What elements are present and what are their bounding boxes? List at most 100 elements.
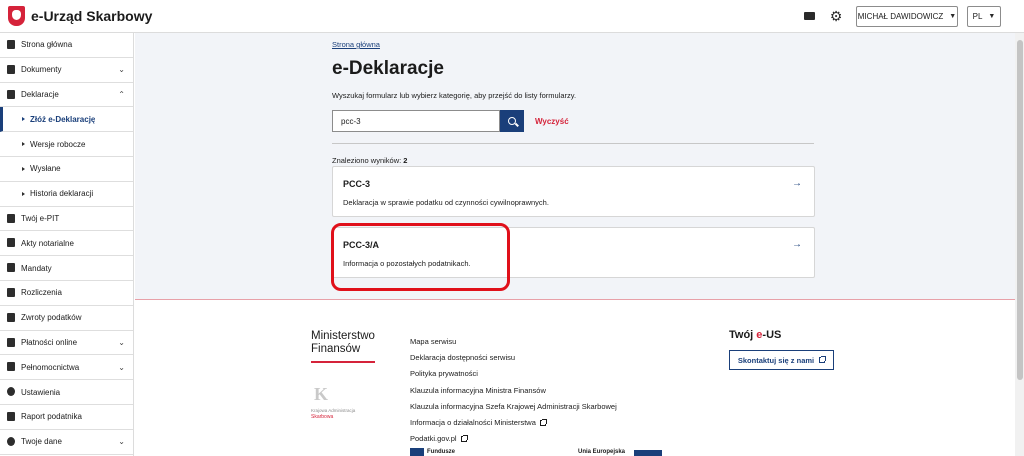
intro-text: Wyszukaj formularz lub wybierz kategorię… <box>332 91 577 100</box>
external-link-icon <box>539 418 547 426</box>
sidebar-item-notary[interactable]: Akty notarialne <box>0 231 133 257</box>
scrollbar-thumb[interactable] <box>1017 40 1023 380</box>
gavel-icon <box>7 263 15 273</box>
pit-icon <box>7 213 15 223</box>
logo[interactable]: e-Urząd Skarbowy <box>8 6 152 26</box>
sidebar-item-label: Dokumenty <box>21 65 62 75</box>
footer-link-podatki[interactable]: Podatki.gov.pl <box>410 431 617 447</box>
sidebar-item-label: Wysłane <box>30 164 61 174</box>
chevron-down-icon: ▼ <box>949 13 957 20</box>
notary-icon <box>7 238 15 248</box>
proxy-icon <box>7 362 15 372</box>
highlight-annotation <box>331 223 510 291</box>
funds-text: Fundusze <box>427 449 455 455</box>
sidebar-item-report[interactable]: Raport podatnika <box>0 405 133 430</box>
eus-title-prefix: Twój <box>729 329 757 341</box>
footer-link-label: Klauzula informacyjna Ministra Finansów <box>410 385 546 395</box>
footer-link-sitemap[interactable]: Mapa serwisu <box>410 333 617 349</box>
arrow-right-icon: → <box>792 178 802 189</box>
sidebar-subitem-drafts[interactable]: Wersje robocze <box>0 132 133 157</box>
gear-icon[interactable]: ⚙ <box>829 9 843 23</box>
sidebar-item-label: Historia deklaracji <box>30 189 94 199</box>
footer-link-clause-minister[interactable]: Klauzula informacyjna Ministra Finansów <box>410 382 617 398</box>
sidebar-item-settlements[interactable]: Rozliczenia <box>0 281 133 306</box>
eu-text: Unia Europejska <box>578 449 626 455</box>
sidebar-item-label: Pełnomocnictwa <box>21 362 80 372</box>
footer-link-label: Mapa serwisu <box>410 336 457 346</box>
sidebar-item-proxies[interactable]: Pełnomocnictwa ⌄ <box>0 355 133 381</box>
sidebar-subitem-sent[interactable]: Wysłane <box>0 156 133 182</box>
chevron-down-icon: ▼ <box>988 13 996 20</box>
sidebar-item-your-data[interactable]: Twoje dane ⌄ <box>0 430 133 455</box>
sidebar-subitem-history[interactable]: Historia deklaracji <box>0 181 133 207</box>
footer-link-accessibility[interactable]: Deklaracja dostępności serwisu <box>410 349 617 365</box>
sidebar-item-label: Rozliczenia <box>21 288 62 298</box>
sidebar-item-label: Złóż e-Deklarację <box>30 114 96 124</box>
result-card-pcc3[interactable]: PCC-3 Deklaracja w sprawie podatku od cz… <box>332 166 815 217</box>
home-icon <box>7 40 15 49</box>
footer-link-label: Informacja o działalności Ministerstwa <box>410 418 536 428</box>
footer-links: Mapa serwisu Deklaracja dostępności serw… <box>410 333 617 447</box>
sidebar-item-label: Ustawienia <box>21 387 61 397</box>
footer-link-label: Polityka prywatności <box>410 369 478 379</box>
top-header: e-Urząd Skarbowy ⚙ MICHAŁ DAWIDOWICZ ▼ P… <box>0 0 1024 33</box>
breadcrumb-home[interactable]: Strona główna <box>332 40 380 49</box>
search-icon <box>508 117 516 125</box>
sidebar-item-label: Twój e-PIT <box>21 213 60 223</box>
results-count: Znaleziono wyników: 2 <box>332 156 407 165</box>
sidebar-item-documents[interactable]: Dokumenty ⌄ <box>0 58 133 83</box>
footer-link-label: Klauzula informacyjna Szefa Krajowej Adm… <box>410 401 617 411</box>
gear-icon <box>7 387 15 397</box>
contact-button[interactable]: Skontaktuj się z nami <box>729 350 834 370</box>
mail-icon[interactable] <box>804 12 815 20</box>
footer-link-clause-kas[interactable]: Klauzula informacyjna Szefa Krajowej Adm… <box>410 398 617 414</box>
refund-icon <box>7 312 15 322</box>
logo-text: e-Urząd Skarbowy <box>31 8 153 24</box>
user-icon <box>7 436 15 446</box>
wallet-icon <box>7 287 15 297</box>
divider <box>332 143 814 144</box>
sidebar-item-label: Płatności online <box>21 337 78 347</box>
eagle-emblem-icon <box>8 6 25 26</box>
eu-flag-icon <box>634 450 662 456</box>
chevron-down-icon: ⌄ <box>118 65 125 75</box>
sidebar-item-refunds[interactable]: Zwroty podatków <box>0 306 133 331</box>
footer-link-privacy[interactable]: Polityka prywatności <box>410 366 617 382</box>
kas-logo-icon[interactable]: K <box>314 384 340 406</box>
sidebar-item-fines[interactable]: Mandaty <box>0 256 133 281</box>
contact-button-label: Skontaktuj się z nami <box>737 355 815 365</box>
page-title: e-Deklaracje <box>332 58 444 79</box>
footer-link-label: Deklaracja dostępności serwisu <box>410 352 516 362</box>
eus-title-suffix: -US <box>762 329 782 341</box>
clear-button[interactable]: Wyczyść <box>535 117 569 126</box>
sidebar-item-epit[interactable]: Twój e-PIT <box>0 207 133 232</box>
kas-subtitle: Krajowa Administracja <box>311 408 356 413</box>
report-icon <box>7 411 15 421</box>
eus-title: Twój e-US <box>729 329 781 341</box>
footer-link-ministry-info[interactable]: Informacja o działalności Ministerstwa <box>410 414 617 430</box>
sidebar-item-payments[interactable]: Płatności online ⌄ <box>0 331 133 356</box>
sidebar-item-home[interactable]: Strona główna <box>0 33 133 58</box>
payment-icon <box>7 337 15 347</box>
sidebar: Strona główna Dokumenty ⌄ Deklaracje ⌃ Z… <box>0 33 134 456</box>
funds-logo-icon <box>410 448 424 456</box>
sidebar-item-settings[interactable]: Ustawienia <box>0 380 133 405</box>
declaration-icon <box>7 89 15 99</box>
sidebar-subitem-submit-declaration[interactable]: Złóż e-Deklarację <box>0 107 133 133</box>
results-number: 2 <box>403 156 408 165</box>
sidebar-item-label: Deklaracje <box>21 89 59 99</box>
footer-link-label: Podatki.gov.pl <box>410 434 457 444</box>
sidebar-item-label: Twoje dane <box>21 437 62 447</box>
ministry-line1: Ministerstwo <box>311 330 375 342</box>
chevron-down-icon: ⌄ <box>118 437 125 447</box>
external-link-icon <box>819 356 827 363</box>
search-button[interactable] <box>500 110 524 132</box>
user-menu-button[interactable]: MICHAŁ DAWIDOWICZ ▼ <box>856 6 958 27</box>
ministry-logo[interactable]: Ministerstwo Finansów <box>311 330 375 356</box>
ministry-logo-underline <box>311 361 375 363</box>
sidebar-item-declarations[interactable]: Deklaracje ⌃ <box>0 83 133 108</box>
sidebar-item-label: Akty notarialne <box>21 238 74 248</box>
results-label: Znaleziono wyników: <box>332 156 402 165</box>
language-select[interactable]: PL ▼ <box>967 6 1001 27</box>
search-input[interactable] <box>332 110 500 132</box>
